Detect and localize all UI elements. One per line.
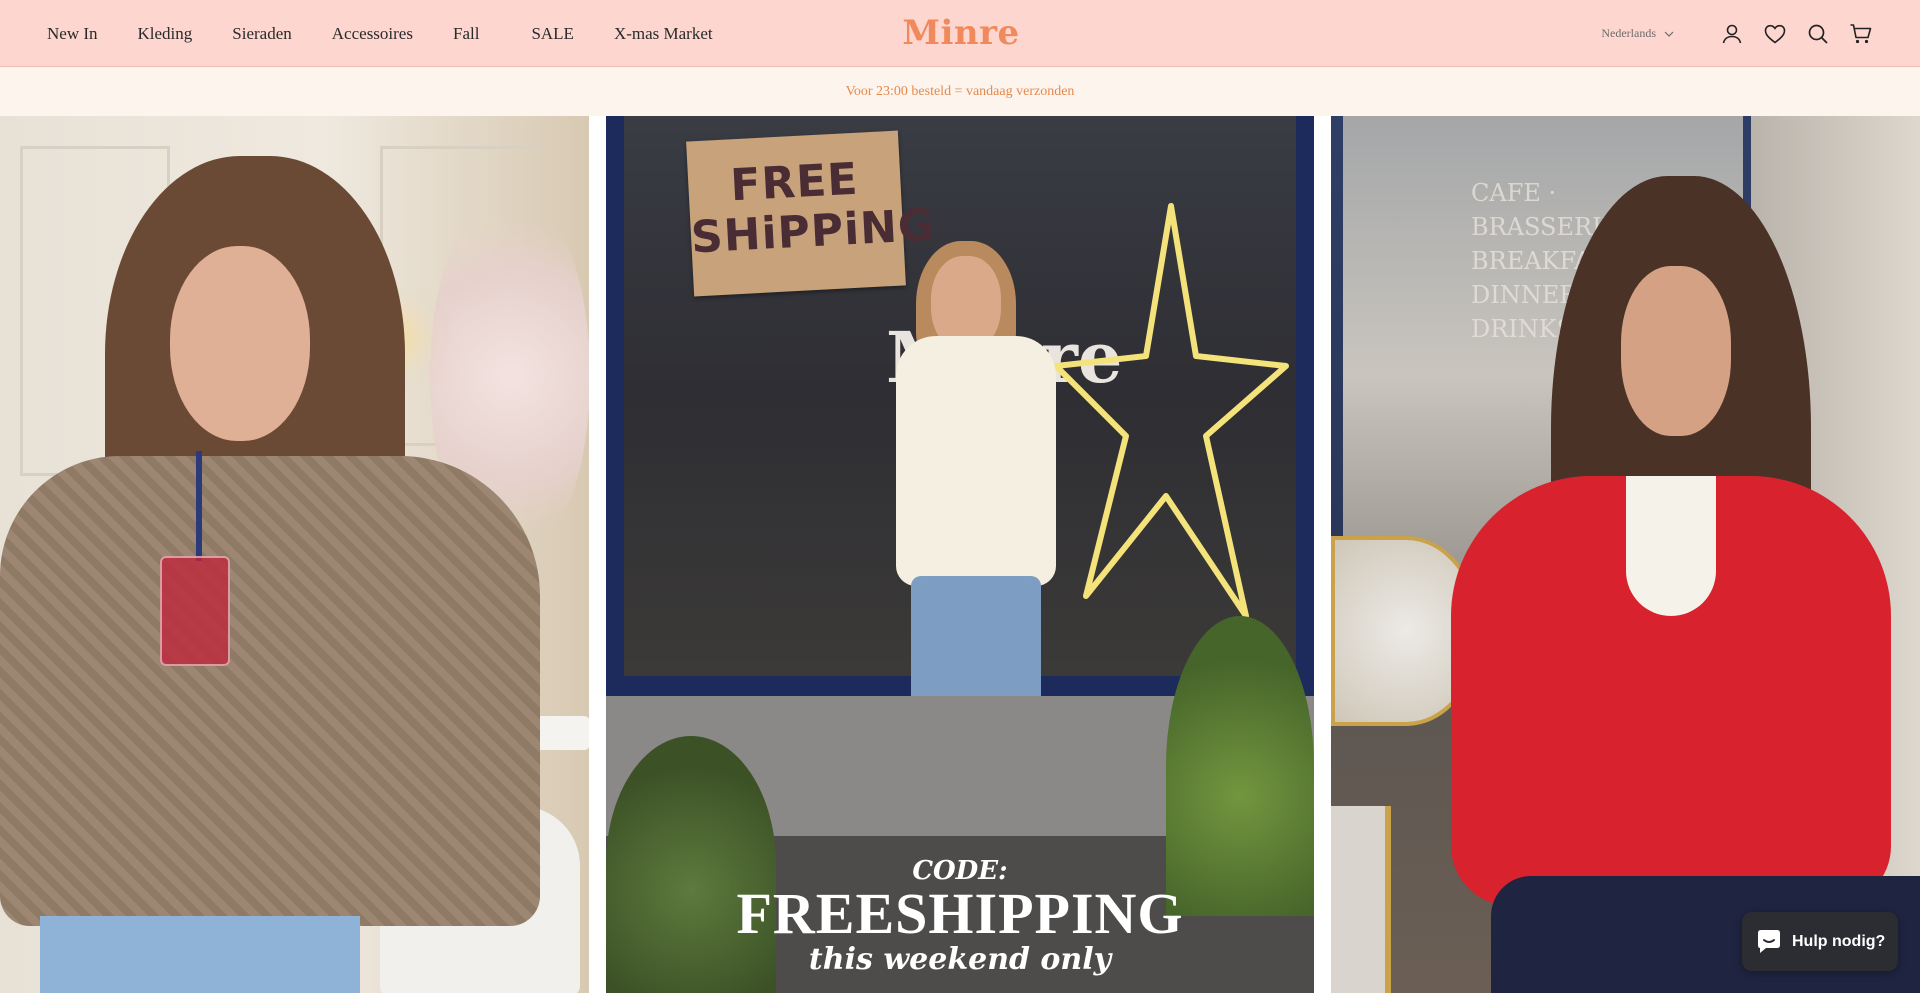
star-light-decoration [1053, 203, 1289, 619]
white-shirt [1626, 476, 1716, 616]
chat-bubble-icon [1758, 929, 1780, 953]
nav-item-fall[interactable]: Fall [453, 24, 479, 44]
site-logo[interactable]: Minre [900, 10, 1022, 56]
announcement-bar: Voor 23:00 besteld = vandaag verzonden [0, 67, 1920, 116]
promo-code-note: this weekend only [808, 942, 1112, 977]
language-selector[interactable]: Nederlands [1601, 26, 1674, 41]
model-jeans [40, 916, 360, 993]
nav-item-accessoires[interactable]: Accessoires [332, 24, 413, 44]
nav-item-sieraden[interactable]: Sieraden [232, 24, 291, 44]
nav-item-kleding[interactable]: Kleding [138, 24, 193, 44]
hero-image-center[interactable]: Minre FREE SHiPPiNG CODE: FREESHIPPING t… [606, 116, 1314, 993]
hero-section: Minre FREE SHiPPiNG CODE: FREESHIPPING t… [0, 116, 1920, 993]
cart-icon[interactable] [1848, 21, 1874, 47]
free-shipping-sign: FREE SHiPPiNG [686, 130, 936, 297]
header-tools: Nederlands [1601, 0, 1874, 67]
model-face [170, 246, 310, 441]
drink-straw [196, 451, 202, 561]
announcement-text: Voor 23:00 besteld = vandaag verzonden [845, 83, 1075, 99]
nav-item-sale[interactable]: SALE [531, 24, 574, 44]
search-icon[interactable] [1805, 21, 1831, 47]
nav-item-new-in[interactable]: New In [47, 24, 98, 44]
model-face [1621, 266, 1731, 436]
nav-item-xmas-market[interactable]: X-mas Market [614, 24, 713, 44]
main-navigation: New In Kleding Sieraden Accessoires Fall… [47, 0, 753, 67]
site-header: New In Kleding Sieraden Accessoires Fall… [0, 0, 1920, 67]
chat-label: Hulp nodig? [1792, 932, 1886, 950]
chevron-down-icon [1664, 31, 1674, 37]
drink-glass [160, 556, 230, 666]
model-blouse [896, 336, 1056, 586]
account-icon[interactable] [1719, 21, 1745, 47]
help-chat-button[interactable]: Hulp nodig? [1742, 912, 1898, 971]
wishlist-heart-icon[interactable] [1762, 21, 1788, 47]
knit-sweater [0, 456, 540, 926]
hero-image-left[interactable] [0, 116, 589, 993]
promo-code-value: FREESHIPPING [736, 881, 1184, 946]
marble-table [1331, 806, 1391, 993]
language-label: Nederlands [1601, 26, 1656, 40]
hero-image-right[interactable]: CAFE · BRASSERIE BREAKFAST DINNER DRINKS [1331, 116, 1920, 993]
promo-code-block: CODE: FREESHIPPING this weekend only [606, 856, 1314, 978]
